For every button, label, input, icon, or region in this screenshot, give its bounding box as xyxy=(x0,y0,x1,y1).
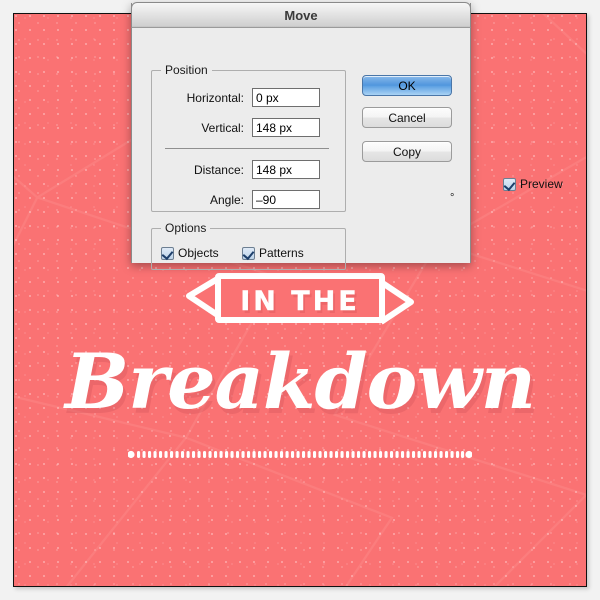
artwork-dotted-divider xyxy=(127,446,473,459)
checkmark-icon[interactable] xyxy=(242,246,255,260)
options-group-legend: Options xyxy=(161,221,211,235)
patterns-checkbox-label: Patterns xyxy=(259,246,304,260)
preview-checkbox-row[interactable]: Preview xyxy=(503,177,563,191)
position-group-legend: Position xyxy=(161,63,212,77)
vertical-input[interactable] xyxy=(252,118,320,137)
objects-checkbox-row[interactable]: Objects xyxy=(161,246,219,260)
distance-label: Distance: xyxy=(193,162,244,177)
angle-field-row: Angle: xyxy=(159,190,320,209)
cancel-button[interactable]: Cancel xyxy=(362,107,452,128)
dialog-body: Position Horizontal: Vertical: Distance:… xyxy=(132,28,563,270)
horizontal-input[interactable] xyxy=(252,88,320,107)
patterns-checkbox-row[interactable]: Patterns xyxy=(242,246,304,260)
angle-input[interactable] xyxy=(252,190,320,209)
ok-button[interactable]: OK xyxy=(362,75,452,96)
copy-button[interactable]: Copy xyxy=(362,141,452,162)
vertical-label: Vertical: xyxy=(201,120,244,135)
checkmark-icon[interactable] xyxy=(161,246,174,260)
position-field-separator xyxy=(165,148,329,149)
checkmark-icon[interactable] xyxy=(503,177,516,191)
distance-field-row: Distance: xyxy=(159,160,320,179)
artwork-script-word: Breakdown xyxy=(64,337,536,426)
distance-input[interactable] xyxy=(252,160,320,179)
dialog-title: Move xyxy=(284,7,318,23)
preview-checkbox-label: Preview xyxy=(520,177,563,191)
horizontal-label: Horizontal: xyxy=(186,90,244,105)
banner-label: IN THE xyxy=(240,286,360,317)
horizontal-field-row: Horizontal: xyxy=(159,88,320,107)
vertical-field-row: Vertical: xyxy=(159,118,320,137)
move-dialog: Move Position Horizontal: Vertical: Dist… xyxy=(131,2,563,270)
angle-label: Angle: xyxy=(209,192,244,207)
degree-symbol: ° xyxy=(450,192,455,204)
objects-checkbox-label: Objects xyxy=(178,246,219,260)
dialog-titlebar[interactable]: Move xyxy=(131,2,471,28)
artwork-banner-ribbon: IN THE xyxy=(185,272,415,340)
